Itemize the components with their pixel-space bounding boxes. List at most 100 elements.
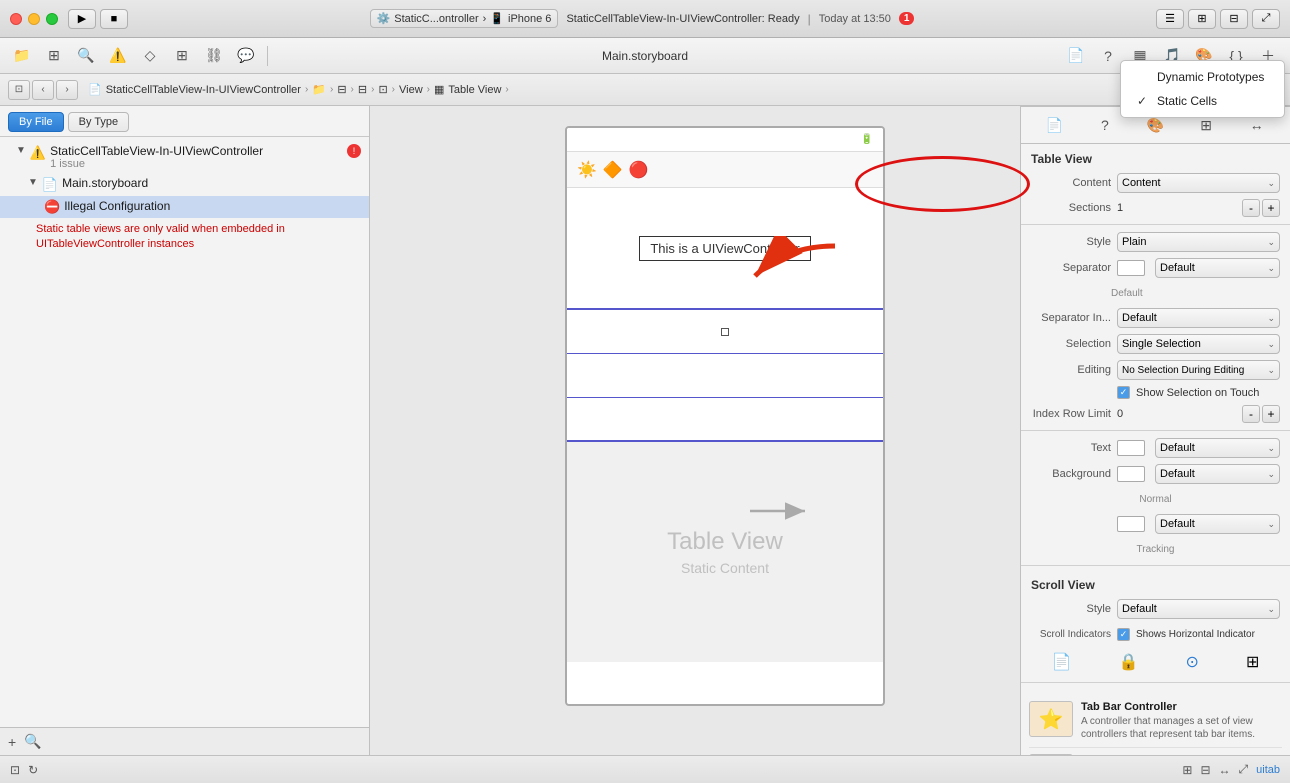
statusbar-right-btn-4[interactable]: ⤢	[1239, 762, 1249, 777]
app-breadcrumb[interactable]: ⚙️ StaticC...ontroller › 📱 iPhone 6	[370, 9, 559, 28]
breadcrumb-controller[interactable]: StaticCellTableView-In-UIViewController	[106, 84, 301, 96]
maximize-button[interactable]	[46, 13, 58, 25]
sidebar-toggle-button[interactable]: ☰	[1156, 9, 1184, 29]
rp-section-table-view: Table View	[1021, 144, 1290, 170]
rp-scroll-style-select[interactable]: Default ⌄	[1117, 599, 1280, 619]
tree-storyboard-icon: 📄	[42, 177, 58, 193]
tree-root[interactable]: ▼ ⚠️ StaticCellTableView-In-UIViewContro…	[0, 141, 369, 173]
folder-icon-btn[interactable]: 📁	[8, 44, 36, 68]
rp-editing-select[interactable]: No Selection During Editing ⌄	[1117, 360, 1280, 380]
breadcrumb-arrow-6: ›	[427, 84, 430, 95]
hierarchy-icon-btn[interactable]: ⊞	[40, 44, 68, 68]
rp-sections-stepper[interactable]: - +	[1242, 199, 1280, 217]
device-icon: 📱	[490, 12, 504, 25]
inspector-icon-btn[interactable]: 📄	[1062, 44, 1090, 68]
breadcrumb-arrow-1: ›	[305, 84, 308, 95]
rp-scroll-indicators-checkbox[interactable]: ✓	[1117, 628, 1130, 641]
tree-root-info: StaticCellTableView-In-UIViewController …	[50, 144, 263, 170]
rp-checkbox-check: ✓	[1120, 387, 1128, 398]
uitab-label: uitab	[1256, 764, 1280, 776]
rp-separator-label: Separator	[1031, 262, 1111, 274]
rp-style-select[interactable]: Plain ⌄	[1117, 232, 1280, 252]
minimize-button[interactable]	[28, 13, 40, 25]
rp-separator-select[interactable]: Default ⌄	[1155, 258, 1280, 278]
tree-storyboard[interactable]: ▼ 📄 Main.storyboard	[0, 173, 369, 196]
rp-index-increment[interactable]: +	[1262, 405, 1280, 423]
scroll-icon-grid[interactable]: ⊞	[1246, 652, 1259, 672]
rp-show-selection-label: Show Selection on Touch	[1136, 387, 1259, 399]
rp-background-select[interactable]: Default ⌄	[1155, 464, 1280, 484]
search-icon-btn[interactable]: 🔍	[72, 44, 100, 68]
rp-index-stepper[interactable]: - +	[1242, 405, 1280, 423]
rp-separator-inset-chevron: ⌄	[1267, 313, 1275, 324]
rp-selection-select[interactable]: Single Selection ⌄	[1117, 334, 1280, 354]
rp-sections-increment[interactable]: +	[1262, 199, 1280, 217]
comp-tab-bar-info: Tab Bar Controller A controller that man…	[1081, 701, 1282, 741]
tree-error-item[interactable]: ⛔ Illegal Configuration	[0, 196, 369, 218]
main-toolbar: 📁 ⊞ 🔍 ⚠️ ◇ ⊞ ⛓ 💬 Main.storyboard 📄 ? ▦ 🎵…	[0, 38, 1290, 74]
breadcrumb-frame-btn[interactable]: ⊡	[8, 80, 30, 100]
rp-editing-row: Editing No Selection During Editing ⌄	[1021, 357, 1290, 383]
fire-icon: 🔶	[603, 160, 623, 180]
rp-file-icon-btn[interactable]: 📄	[1040, 111, 1068, 139]
help-icon-btn[interactable]: ?	[1094, 44, 1122, 68]
flag-icon-btn[interactable]: ◇	[136, 44, 164, 68]
rp-show-selection-checkbox[interactable]: ✓	[1117, 386, 1130, 399]
breadcrumb-tableview[interactable]: Table View	[448, 84, 501, 96]
rp-content-value: Content	[1122, 177, 1161, 189]
statusbar-left-btn-2[interactable]: ↻	[28, 763, 38, 777]
view-toggle-button[interactable]: ⊞	[1188, 9, 1216, 29]
scroll-icon-lock[interactable]: 🔒	[1119, 652, 1139, 672]
rp-style-chevron: ⌄	[1267, 237, 1275, 248]
sidebar-bottom-filter[interactable]: 🔍	[24, 733, 41, 750]
rp-index-label: Index Row Limit	[1031, 408, 1111, 420]
rp-content-select[interactable]: Content ⌄	[1117, 173, 1280, 193]
rp-index-decrement[interactable]: -	[1242, 405, 1260, 423]
iphone-content: This is a UIViewController	[567, 188, 883, 308]
rp-sections-row: Sections 1 - +	[1021, 196, 1290, 220]
comment-icon-btn[interactable]: 💬	[232, 44, 260, 68]
scroll-icon-page[interactable]: 📄	[1052, 652, 1072, 672]
tab-by-type[interactable]: By Type	[68, 112, 130, 132]
table-row-3[interactable]	[567, 398, 883, 442]
rp-help-icon-btn[interactable]: ?	[1091, 111, 1119, 139]
rp-content-label: Content	[1031, 177, 1111, 189]
run-button[interactable]: ▶	[68, 9, 96, 29]
breadcrumb-arrow-4: ›	[371, 84, 374, 95]
statusbar-right-btn-1[interactable]: ⊞	[1182, 763, 1192, 777]
app-name: StaticC...ontroller	[394, 13, 478, 25]
rp-text-select[interactable]: Default ⌄	[1155, 438, 1280, 458]
sidebar-bottom: + 🔍	[0, 727, 369, 755]
table-section	[567, 308, 883, 442]
tree-error-icon: ⛔	[44, 199, 60, 215]
scroll-icon-circle[interactable]: ⊙	[1186, 652, 1199, 672]
tab-by-file[interactable]: By File	[8, 112, 64, 132]
sidebar-bottom-add[interactable]: +	[8, 734, 16, 750]
grid-icon-btn[interactable]: ⊞	[168, 44, 196, 68]
close-button[interactable]	[10, 13, 22, 25]
table-row-1[interactable]	[567, 310, 883, 354]
link-icon-btn[interactable]: ⛓	[200, 44, 228, 68]
statusbar-left-btn-1[interactable]: ⊡	[10, 763, 20, 777]
statusbar-bottom-right: ⊞ ⊟ ↔ ⤢ uitab	[1182, 762, 1280, 777]
comp-tab-bar-controller[interactable]: ⭐ Tab Bar Controller A controller that m…	[1029, 695, 1282, 748]
breadcrumb-prev-btn[interactable]: ‹	[32, 80, 54, 100]
warning-icon-btn[interactable]: ⚠️	[104, 44, 132, 68]
rp-separator-inset-select[interactable]: Default ⌄	[1117, 308, 1280, 328]
table-row-2[interactable]	[567, 354, 883, 398]
traffic-lights	[10, 13, 58, 25]
comp-table-view[interactable]: ≡ Table View Displays data in a list of …	[1029, 748, 1282, 755]
rp-editing-value: No Selection During Editing	[1122, 365, 1244, 376]
split-view-button[interactable]: ⊟	[1220, 9, 1248, 29]
rp-style-label: Style	[1031, 236, 1111, 248]
rp-sections-decrement[interactable]: -	[1242, 199, 1260, 217]
breadcrumb-next-btn[interactable]: ›	[56, 80, 78, 100]
stop-button[interactable]: ■	[100, 9, 128, 29]
rp-background-label: Background	[1031, 468, 1111, 480]
statusbar-right-btn-2[interactable]: ⊟	[1200, 763, 1210, 777]
breadcrumb-view[interactable]: View	[399, 84, 423, 96]
rp-tracking-select[interactable]: Default ⌄	[1155, 514, 1280, 534]
rp-scroll-checkbox-check: ✓	[1120, 629, 1128, 640]
fullscreen-button[interactable]: ⤢	[1252, 9, 1280, 29]
statusbar-right-btn-3[interactable]: ↔	[1219, 763, 1231, 777]
